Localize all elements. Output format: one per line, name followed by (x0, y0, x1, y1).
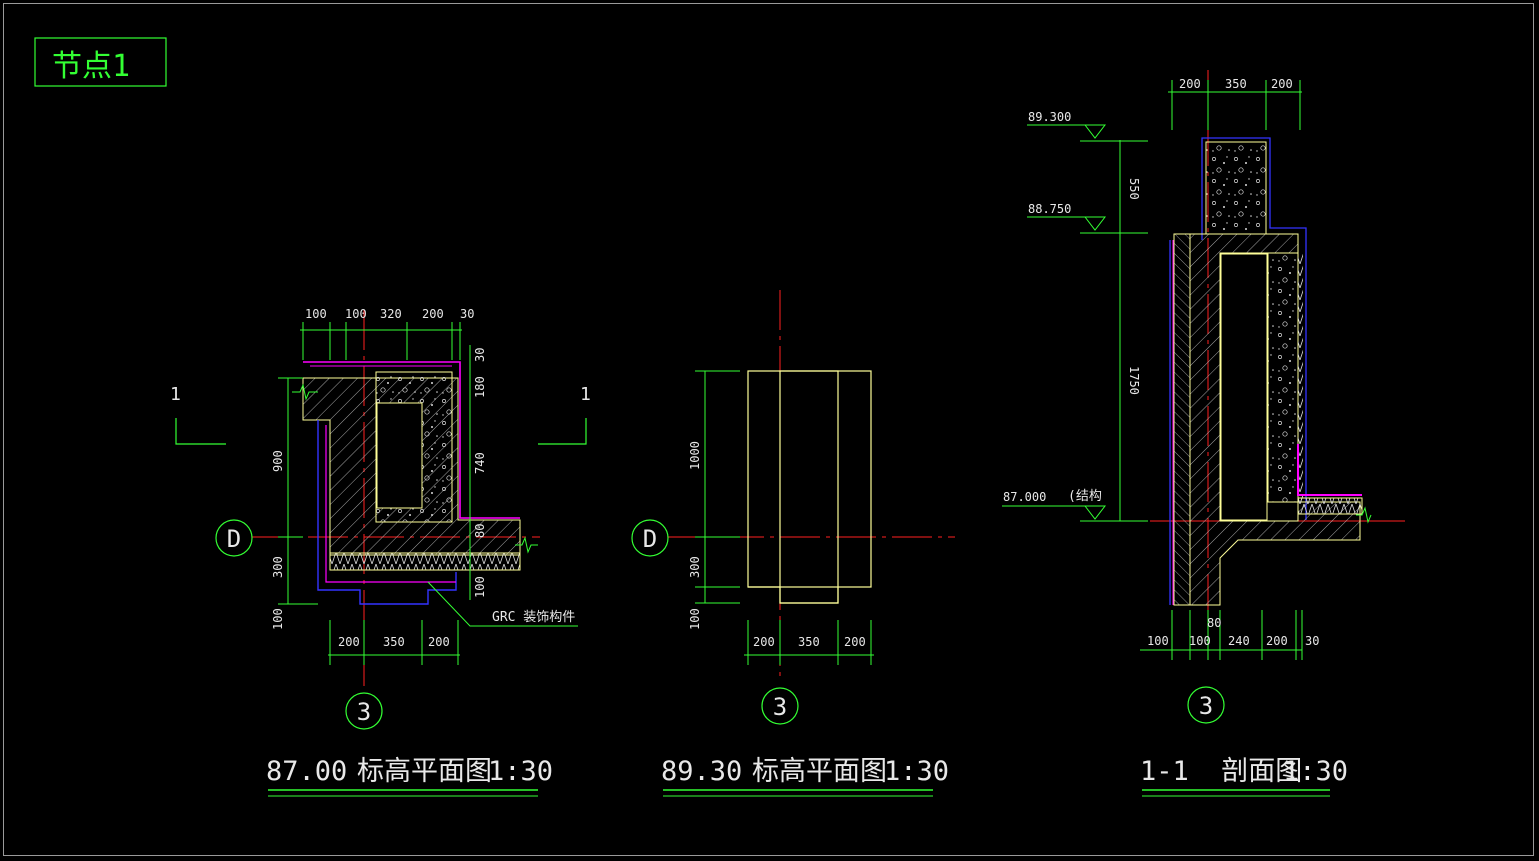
level-marker-3: 87.000 (结构 (1002, 489, 1107, 520)
section-cladding (1173, 233, 1191, 606)
section-title: 1-1 剖面图 1:30 (1140, 756, 1348, 797)
title-text: 1-1 剖面图 (1140, 756, 1302, 787)
title-scale: 1:30 (1283, 756, 1348, 787)
dim-top-1: 100 (305, 307, 327, 321)
plan-87-title: 87.00 标高平面图 1:30 (266, 756, 553, 797)
plan-insulation (329, 552, 521, 571)
section-concrete (1267, 252, 1299, 503)
section-mark-right (538, 418, 587, 445)
dim-left-3: 100 (271, 608, 285, 630)
dim-right-1: 30 (473, 348, 487, 362)
section-1-1: 200 350 200 550 1750 89.300 88.750 87.00… (1002, 70, 1405, 797)
grc-note: GRC 装饰构件 (492, 610, 575, 625)
level-note: (结构 (1068, 489, 1102, 504)
dim-top-1: 200 (1179, 77, 1201, 91)
title-text: 标高平面图 (357, 756, 492, 787)
dim-bottom-2: 100 (1189, 634, 1211, 648)
dim-bottom-5: 200 (1266, 634, 1288, 648)
dim-vert-2: 1750 (1127, 366, 1141, 395)
dim-top-4: 200 (422, 307, 444, 321)
grid-bubble-d-label: D (643, 525, 657, 553)
dim-right-3: 740 (473, 452, 487, 474)
level-marker-1: 89.300 (1027, 110, 1107, 139)
section-mark-left (175, 418, 226, 445)
title-scale: 1:30 (488, 756, 553, 787)
dim-bottom-2: 350 (383, 635, 405, 649)
section-mark-left-label: 1 (170, 384, 181, 405)
dim-bottom-3: 80 (1207, 616, 1221, 630)
plan-89-title: 89.30 标高平面图 1:30 (661, 756, 949, 797)
grid-bubble-d-label: D (227, 525, 241, 553)
section-void (1220, 253, 1268, 521)
dim-top-3: 320 (380, 307, 402, 321)
plan-void (376, 402, 423, 509)
dim-left-2: 300 (688, 556, 702, 578)
plan-89-outline (747, 370, 872, 604)
dim-left-1: 1000 (688, 441, 702, 470)
dim-top-2: 100 (345, 307, 367, 321)
dim-left-2: 300 (271, 556, 285, 578)
title-elev: 87.00 (266, 756, 347, 787)
title-elev: 89.30 (661, 756, 742, 787)
dim-top-2: 350 (1225, 77, 1247, 91)
level-2: 88.750 (1028, 202, 1071, 216)
cad-drawing-canvas[interactable]: 节点1 100 100 320 200 30 30 180 740 80 100… (0, 0, 1539, 861)
plan-89: 1000 300 100 200 350 200 D 3 89.30 标高平面图… (631, 290, 955, 797)
title-text: 标高平面图 (752, 756, 887, 787)
node-tag-label: 节点1 (52, 49, 130, 84)
dim-right-5: 100 (473, 576, 487, 598)
dim-bottom-1: 200 (753, 635, 775, 649)
level-marker-2: 88.750 (1027, 202, 1107, 231)
title-scale: 1:30 (884, 756, 949, 787)
dim-left-3: 100 (688, 608, 702, 630)
dim-bottom-1: 100 (1147, 634, 1169, 648)
dim-bottom-3: 200 (428, 635, 450, 649)
grid-bubble-3-label: 3 (1199, 692, 1213, 720)
dim-right-4: 80 (473, 524, 487, 538)
dim-bottom-3: 200 (844, 635, 866, 649)
dim-top-3: 200 (1271, 77, 1293, 91)
dim-left-1: 900 (271, 450, 285, 472)
dim-bottom-4: 240 (1228, 634, 1250, 648)
section-mark-right-label: 1 (580, 384, 591, 405)
level-1: 89.300 (1028, 110, 1071, 124)
level-3: 87.000 (1003, 490, 1046, 504)
dim-top-5: 30 (460, 307, 474, 321)
dim-right-2: 180 (473, 376, 487, 398)
section-coping (1205, 141, 1267, 235)
grid-bubble-3-label: 3 (357, 698, 371, 726)
plan-87: 100 100 320 200 30 30 180 740 80 100 900… (170, 307, 591, 797)
dim-vert-1: 550 (1127, 178, 1141, 200)
node-tag: 节点1 (34, 37, 167, 87)
dim-bottom-1: 200 (338, 635, 360, 649)
dim-bottom-6: 30 (1305, 634, 1319, 648)
dim-bottom-2: 350 (798, 635, 820, 649)
grid-bubble-3-label: 3 (773, 693, 787, 721)
section-waterproof (1297, 444, 1362, 496)
